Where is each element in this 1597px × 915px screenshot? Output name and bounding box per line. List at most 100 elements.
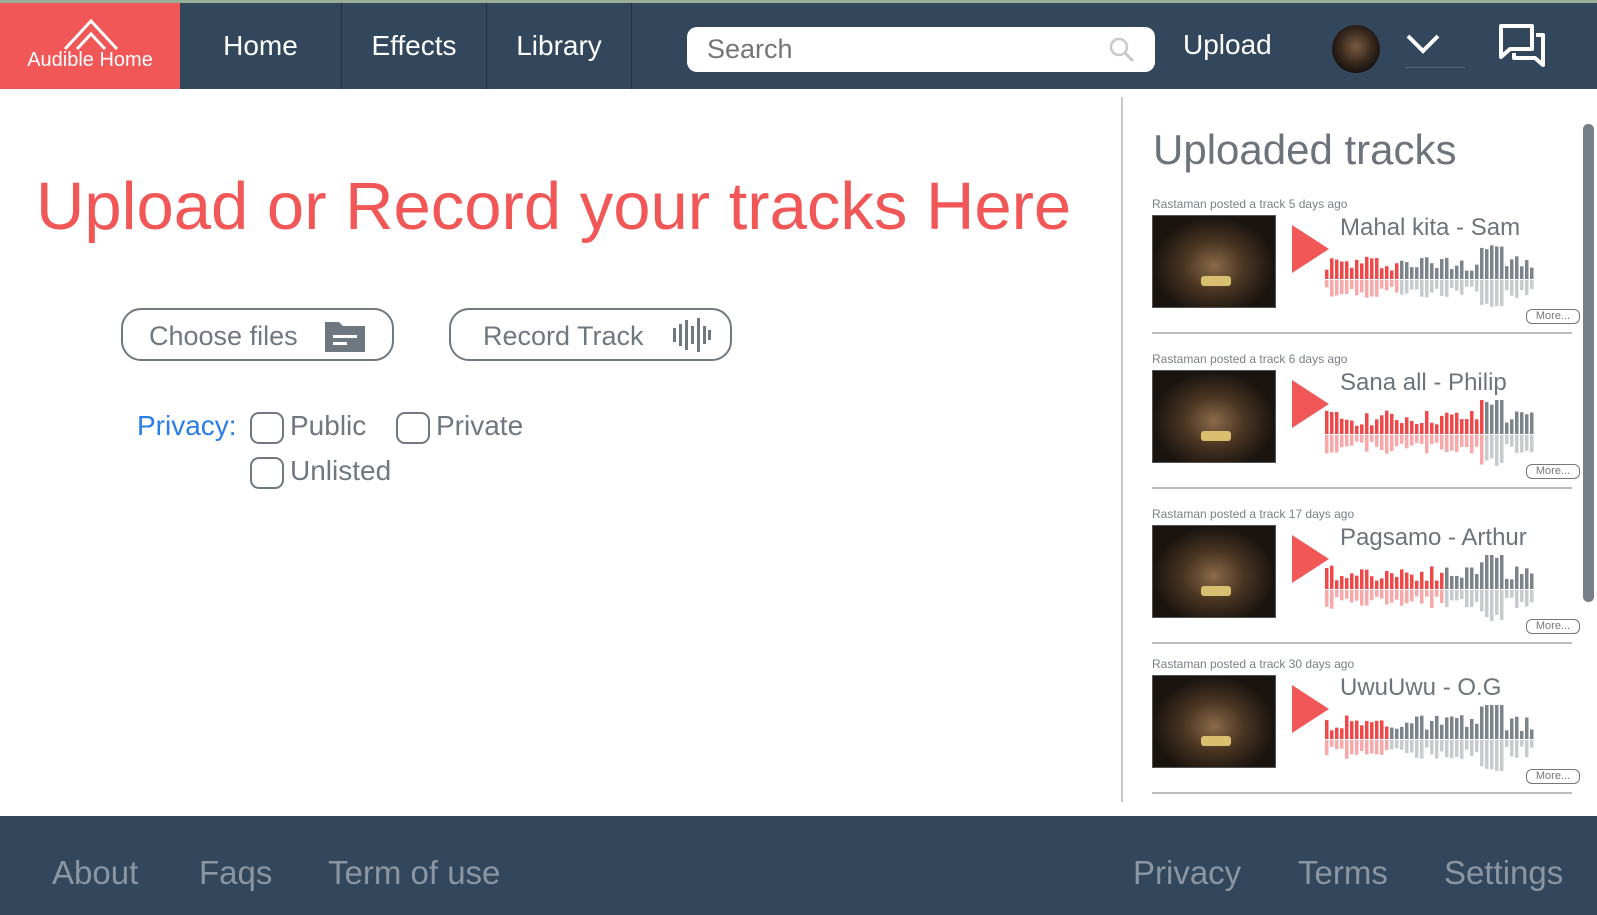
avatar[interactable] (1332, 25, 1380, 73)
footer-terms[interactable]: Terms (1298, 854, 1388, 892)
waveform-bar-reflection (1425, 590, 1429, 597)
waveform-bar (1530, 729, 1534, 739)
waveform-bar-reflection (1505, 435, 1509, 445)
track-card: Rastaman posted a track 17 days ago Pags… (1150, 507, 1580, 657)
checkbox-box[interactable] (250, 412, 284, 444)
checkbox-box[interactable] (396, 412, 430, 444)
waveform-bar (1360, 263, 1364, 279)
more-button[interactable]: More... (1526, 464, 1580, 479)
waveform-bar-reflection (1380, 435, 1384, 450)
play-icon[interactable] (1292, 380, 1329, 428)
waveform-bar (1395, 576, 1399, 589)
waveform-bar-reflection (1425, 740, 1429, 748)
waveform-bar (1365, 413, 1369, 434)
waveform-bar (1460, 419, 1464, 434)
waveform-bar (1475, 574, 1479, 589)
search-input[interactable] (707, 27, 1107, 72)
track-waveform[interactable] (1325, 400, 1545, 466)
more-button[interactable]: More... (1526, 309, 1580, 324)
waveform-bar (1440, 415, 1444, 434)
waveform-bar (1440, 259, 1444, 279)
waveform-bar-reflection (1360, 740, 1364, 751)
play-icon[interactable] (1292, 225, 1329, 273)
footer-term-of-use[interactable]: Term of use (328, 854, 500, 892)
chat-icon[interactable] (1498, 23, 1546, 69)
footer-privacy[interactable]: Privacy (1133, 854, 1241, 892)
waveform-bar (1485, 555, 1489, 589)
waveform-bar (1415, 267, 1419, 279)
waveform-bar (1385, 410, 1389, 434)
waveform-bar-reflection (1345, 435, 1349, 447)
waveform-bar-reflection (1500, 435, 1504, 463)
waveform-bar (1435, 268, 1439, 279)
waveform-bar-reflection (1495, 740, 1499, 771)
waveform-bar-reflection (1460, 740, 1464, 759)
waveform-bar-reflection (1365, 280, 1369, 298)
track-waveform[interactable] (1325, 245, 1545, 311)
choose-files-button[interactable]: Choose files (121, 308, 394, 361)
logo[interactable]: Audible Home (0, 3, 180, 89)
more-button[interactable]: More... (1526, 769, 1580, 784)
footer-settings[interactable]: Settings (1444, 854, 1563, 892)
record-track-button[interactable]: Record Track (449, 308, 732, 361)
waveform-bar (1345, 715, 1349, 739)
waveform-bar (1330, 258, 1334, 279)
scrollbar[interactable] (1583, 124, 1594, 602)
track-thumbnail (1152, 675, 1276, 768)
waveform-bar-reflection (1465, 590, 1469, 608)
waveform-bar (1530, 267, 1534, 279)
waveform-bar-reflection (1470, 435, 1474, 454)
waveform-bar (1495, 557, 1499, 589)
waveform-bar (1410, 420, 1414, 434)
waveform-bar (1465, 726, 1469, 739)
nav-home[interactable]: Home (180, 3, 342, 89)
track-name: Sana all - Philip (1340, 369, 1507, 396)
waveform-bar-reflection (1510, 590, 1514, 598)
waveform-bar (1350, 420, 1354, 434)
track-waveform[interactable] (1325, 555, 1545, 621)
waveform-bar (1455, 718, 1459, 739)
waveform-bar (1525, 717, 1529, 739)
footer-faqs[interactable]: Faqs (199, 854, 272, 892)
track-name: UwuUwu - O.G (1340, 674, 1502, 701)
track-name: Mahal kita - Sam (1340, 214, 1521, 241)
search-box (687, 27, 1155, 72)
track-waveform[interactable] (1325, 705, 1545, 771)
waveform-bar (1490, 705, 1494, 739)
waveform-bar (1325, 269, 1329, 279)
waveform-bar-reflection (1370, 435, 1374, 442)
waveform-bar (1450, 269, 1454, 279)
more-button[interactable]: More... (1526, 619, 1580, 634)
play-icon[interactable] (1292, 535, 1329, 583)
waveform-bar (1325, 720, 1329, 739)
waveform-bar-reflection (1445, 435, 1449, 453)
waveform-bar-reflection (1530, 740, 1534, 748)
waveform-bar-reflection (1400, 435, 1404, 444)
search-icon[interactable] (1109, 37, 1135, 63)
waveform-bar (1485, 705, 1489, 739)
nav-library[interactable]: Library (487, 3, 632, 89)
waveform-bar-reflection (1445, 590, 1449, 608)
nav-effects[interactable]: Effects (342, 3, 487, 89)
waveform-bar (1525, 414, 1529, 434)
waveform-bar (1420, 715, 1424, 739)
track-meta: Rastaman posted a track 30 days ago (1152, 657, 1355, 671)
play-icon[interactable] (1292, 685, 1329, 733)
waveform-bar (1530, 573, 1534, 589)
checkbox-box[interactable] (250, 457, 284, 489)
sidebar-title: Uploaded tracks (1153, 126, 1457, 173)
waveform-bar (1350, 721, 1354, 739)
footer-about[interactable]: About (52, 854, 138, 892)
waveform-bar (1445, 412, 1449, 434)
waveform-bar-reflection (1490, 590, 1494, 621)
waveform-bar (1515, 566, 1519, 589)
waveform-bar (1470, 567, 1474, 589)
waveform-bar-reflection (1490, 740, 1494, 770)
chevron-down-icon[interactable] (1405, 33, 1441, 55)
waveform-bar (1365, 569, 1369, 589)
upload-link[interactable]: Upload (1183, 29, 1272, 61)
waveform-bar (1510, 718, 1514, 739)
waveform-bar-reflection (1440, 590, 1444, 603)
waveform-bar-reflection (1395, 280, 1399, 293)
waveform-bar (1390, 727, 1394, 739)
